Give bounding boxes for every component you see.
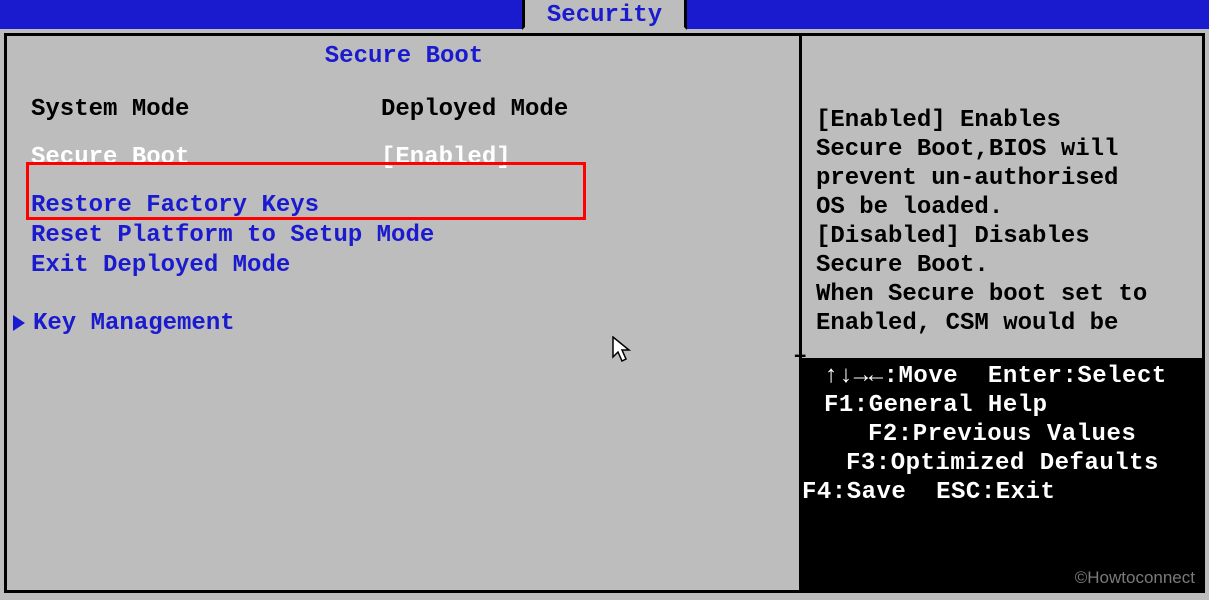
help-line: Enabled, CSM would be [816,309,1190,338]
help-line: [Enabled] Enables [816,106,1190,135]
help-line: Secure Boot,BIOS will [816,135,1190,164]
key-hint-move-select: ↑↓→←:Move Enter:Select [824,362,1196,391]
help-line: When Secure boot set to [816,280,1190,309]
section-title: Secure Boot [31,42,777,71]
tab-security[interactable]: Security [522,0,687,30]
watermark-text: ©Howtoconnect [1075,563,1195,592]
settings-pane: Secure Boot System Mode Deployed Mode Se… [7,36,797,590]
bios-frame: Secure Boot System Mode Deployed Mode Se… [4,33,1205,593]
link-exit-deployed-mode[interactable]: Exit Deployed Mode [31,251,777,281]
secure-boot-label: Secure Boot [31,143,381,172]
help-line: Secure Boot. [816,251,1190,280]
key-hint-save-exit: F4:Save ESC:Exit [802,478,1196,507]
row-secure-boot[interactable]: Secure Boot [Enabled] [31,141,777,173]
submenu-key-management-label: Key Management [33,310,235,337]
help-line: OS be loaded. [816,193,1190,222]
system-mode-value: Deployed Mode [381,95,568,124]
submenu-arrow-icon [13,315,25,331]
tab-security-label: Security [547,1,662,30]
help-line: prevent un-authorised [816,164,1190,193]
system-mode-label: System Mode [31,95,381,124]
row-system-mode: System Mode Deployed Mode [31,93,777,125]
submenu-key-management[interactable]: Key Management [31,309,777,338]
bios-tab-bar: Security [0,0,1209,29]
key-hint-help: F1:General Help [824,391,1196,420]
key-legend: ↑↓→←:Move Enter:Select F1:General Help F… [802,358,1202,590]
secure-boot-value[interactable]: [Enabled] [381,143,511,172]
link-reset-platform[interactable]: Reset Platform to Setup Mode [31,221,777,251]
key-hint-prev-values: F2:Previous Values [824,420,1196,449]
help-line: [Disabled] Disables [816,222,1190,251]
key-hint-opt-defaults: F3:Optimized Defaults [824,449,1196,478]
link-restore-factory-keys[interactable]: Restore Factory Keys [31,191,777,221]
